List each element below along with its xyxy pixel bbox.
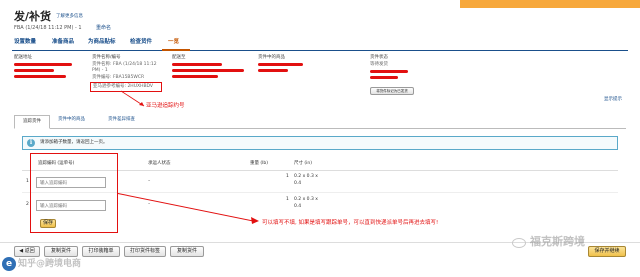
info-message: 请添加箱子数量，请返回上一页。	[40, 140, 108, 145]
page-title: 发/补货	[14, 10, 52, 23]
duplicate-shipment-button[interactable]: 复制货件	[44, 246, 78, 257]
watermark-text: 知乎@跨境电商	[18, 259, 82, 269]
back-button-label: 返回	[24, 248, 35, 254]
shipment-status-label: 货件状态	[370, 55, 388, 60]
row-1-carrier: –	[148, 179, 151, 184]
ship-from-label: 配送地址	[14, 55, 32, 60]
tab-shipment-contents[interactable]: 货件中的商品	[58, 117, 85, 123]
tracking-highlight-box	[30, 153, 118, 233]
col-weight-header: 重量 (lb)	[250, 161, 269, 166]
row-2-weight: 1	[286, 197, 289, 202]
tracking-annotation: 可以填写不填, 如果是填写跟踪单号，可以直到快递派单号后再进去填写!	[262, 220, 439, 226]
row-2-index: 2	[26, 202, 29, 207]
row-1-dims: 0.2 x 0.3 x	[294, 174, 318, 179]
copy-shipment-button[interactable]: 复制货件	[170, 246, 204, 257]
row-1-index: 1	[26, 179, 29, 184]
help-link[interactable]: 了解更多信息	[56, 14, 83, 20]
nav-step-label[interactable]: 为商品贴标	[88, 39, 116, 46]
tab-bar	[14, 115, 626, 129]
shipment-contents-label: 货件中的商品	[258, 55, 285, 60]
nav-step-summary[interactable]: 一览	[168, 39, 179, 46]
shipment-name-label: 货件名称/编号	[92, 55, 121, 60]
shipment-name-value-2: PM) - 1	[92, 68, 108, 73]
shipment-name-value: 货件名称: FBA (1/24/18 11:12	[92, 62, 157, 67]
tab-track-shipment[interactable]: 追踪货件	[14, 115, 50, 129]
workflow-nav: 设置数量 准备商品 为商品贴标 检查货件 一览	[0, 36, 640, 50]
nav-divider	[12, 50, 628, 51]
amazon-reference-number: 亚马逊参考编号: 2HUXHBDV	[93, 84, 154, 89]
mark-shipped-button[interactable]: 将货件标记为已发货	[370, 87, 414, 95]
redacted-ship-to-1	[172, 63, 222, 66]
save-continue-button[interactable]: 保存并继续	[588, 246, 626, 257]
tracking-arrow-line	[117, 193, 256, 222]
shipment-id-value: 货件编号: FBA15B5WCR	[92, 75, 145, 80]
redacted-status-2	[370, 76, 398, 79]
tracking-arrow-head	[251, 217, 259, 224]
row-2-dims-2: 0.4	[294, 204, 302, 209]
row-1-weight: 1	[286, 174, 289, 179]
redacted-ship-to-3	[172, 75, 218, 78]
amazon-ref-annotation: 亚马逊追踪约号	[146, 103, 185, 109]
shipment-status-value: 等待发货	[370, 62, 388, 67]
info-box	[22, 136, 618, 150]
redacted-ship-from-3	[14, 75, 66, 78]
back-button[interactable]: ◀ 返回	[14, 246, 40, 257]
row-1-dims-2: 0.4	[294, 181, 302, 186]
redacted-ship-to-2	[172, 69, 244, 72]
tab-reconcile[interactable]: 货件差异排查	[108, 117, 135, 123]
col-carrier-header: 承运人状态	[148, 161, 171, 166]
row-2-dims: 0.2 x 0.3 x	[294, 197, 318, 202]
print-packing-list-button[interactable]: 打印装箱单	[82, 246, 120, 257]
nav-step-prepare[interactable]: 准备商品	[52, 39, 74, 46]
redacted-ship-from-2	[14, 69, 54, 72]
top-orange-bar	[460, 0, 640, 8]
rename-link[interactable]: 重命名	[96, 26, 111, 31]
redacted-status-1	[370, 70, 408, 73]
redacted-contents-1	[258, 63, 303, 66]
watermark-badge: e	[2, 257, 16, 271]
ship-to-label: 配送至	[172, 55, 186, 60]
wechat-icon	[512, 238, 526, 248]
redacted-ship-from-1	[14, 63, 72, 66]
nav-step-set-quantity[interactable]: 设置数量	[14, 39, 36, 46]
redacted-contents-2	[258, 69, 288, 72]
logo-watermark-text: 福克斯跨境	[530, 235, 585, 248]
row-2-carrier: –	[148, 202, 151, 207]
print-shipment-labels-button[interactable]: 打印货件标签	[124, 246, 166, 257]
show-tips-link[interactable]: 显示提示	[604, 97, 622, 103]
col-dims-header: 尺寸 (in)	[294, 161, 313, 166]
shipment-subtitle: FBA (1/24/18 11:12 PM) - 1	[14, 25, 82, 31]
nav-active-indicator	[162, 49, 190, 51]
info-icon: i	[27, 139, 35, 147]
nav-step-review[interactable]: 检查货件	[130, 39, 152, 46]
